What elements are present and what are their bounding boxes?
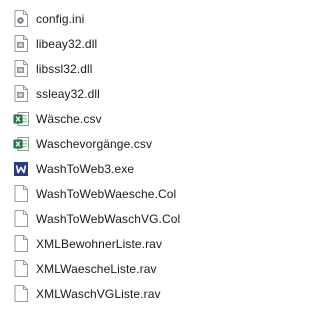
file-name: libssl32.dll — [36, 61, 93, 76]
file-name: ssleay32.dll — [36, 86, 100, 101]
dll-file-icon — [13, 35, 29, 53]
file-name: libeay32.dll — [36, 36, 98, 51]
file-name: WashToWeb3.exe — [36, 161, 135, 176]
blank-file-icon — [13, 285, 29, 303]
file-item-libssl32-dll[interactable]: libssl32.dll — [0, 56, 254, 81]
word-exe-icon — [13, 160, 29, 178]
file-item-libeay32-dll[interactable]: libeay32.dll — [0, 31, 254, 56]
file-item-washtoweb3-exe[interactable]: WashToWeb3.exe — [0, 156, 254, 181]
blank-file-icon — [13, 235, 29, 253]
ini-settings-icon — [13, 10, 29, 28]
file-name: XMLWaschVGListe.rav — [36, 286, 161, 301]
file-name: XMLWaescheListe.rav — [36, 261, 157, 276]
file-item-xmlwaescheliste-rav[interactable]: XMLWaescheListe.rav — [0, 256, 254, 281]
file-item-config-ini[interactable]: config.ini — [0, 6, 254, 31]
file-list: config.ini libeay32.dll libssl32.dll ssl… — [0, 0, 254, 327]
blank-file-icon — [13, 260, 29, 278]
file-item-xmlwaschvgliste-rav[interactable]: XMLWaschVGListe.rav — [0, 281, 254, 306]
file-name: Waschevorgänge.csv — [36, 136, 153, 151]
file-name: config.ini — [36, 11, 85, 26]
file-name: WashToWebWaschVG.Col — [36, 211, 181, 226]
dll-file-icon — [13, 85, 29, 103]
blank-file-icon — [13, 185, 29, 203]
file-item-waesche-csv[interactable]: Wäsche.csv — [0, 106, 254, 131]
file-name: Wäsche.csv — [36, 111, 102, 126]
file-name: WashToWebWaesche.Col — [36, 186, 177, 201]
file-item-washtowebwaschvg-col[interactable]: WashToWebWaschVG.Col — [0, 206, 254, 231]
file-item-xmlbewohnerliste-rav[interactable]: XMLBewohnerListe.rav — [0, 231, 254, 256]
dll-file-icon — [13, 60, 29, 78]
file-item-ssleay32-dll[interactable]: ssleay32.dll — [0, 81, 254, 106]
excel-csv-icon — [13, 110, 29, 128]
file-item-waschevorgaenge-csv[interactable]: Waschevorgänge.csv — [0, 131, 254, 156]
file-item-washtowebwaesche-col[interactable]: WashToWebWaesche.Col — [0, 181, 254, 206]
file-name: XMLBewohnerListe.rav — [36, 236, 163, 251]
excel-csv-icon — [13, 135, 29, 153]
blank-file-icon — [13, 210, 29, 228]
